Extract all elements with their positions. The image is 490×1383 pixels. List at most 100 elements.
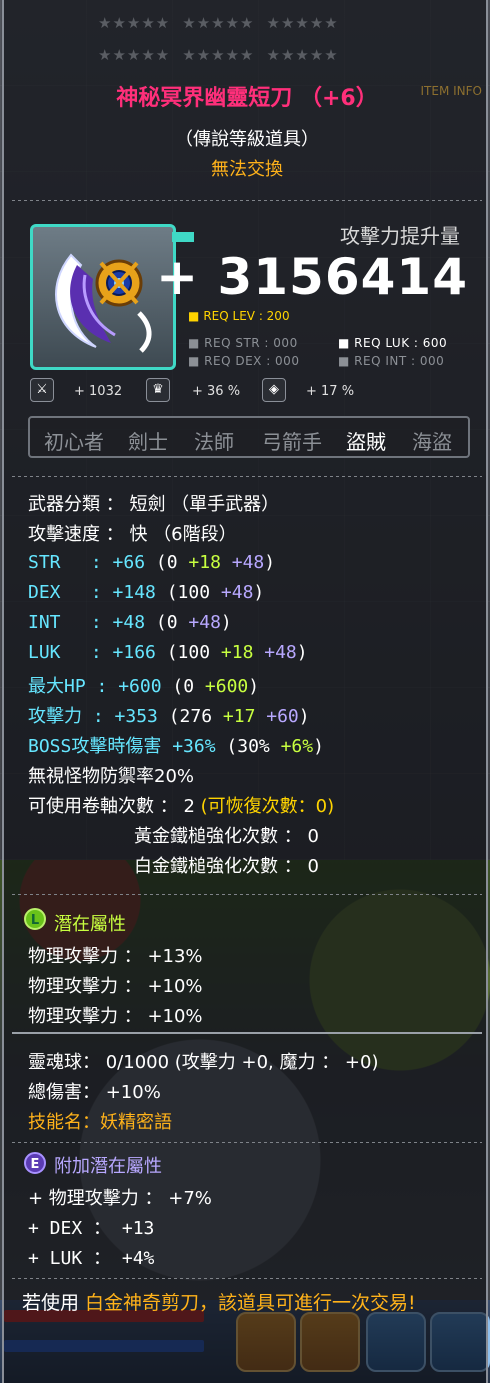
stat-close: ) [296,642,308,663]
job-thief: 盜賊 [346,430,386,454]
stat-total: +66 [112,552,146,573]
armor-ignore-value: + 36 % [192,384,241,399]
stat-colon: : [80,552,113,573]
additional-potential-line-2: + DEX ： +13 [28,1218,155,1239]
item-info-tag: ITEM INFO [420,84,482,98]
item-icon-flag [172,232,194,242]
golden-hammer-count: 黃金鐵槌強化次數 ： 0 [134,826,319,847]
stat-total: +166 [112,642,156,663]
job-requirement-bar: 初心者 劍士 法師 弓箭手 盜賊 海盜 [28,416,470,458]
req-dex-text: REQ DEX : 000 [204,354,300,368]
req-str-text: REQ STR : 000 [204,336,298,350]
scissors-notice-prefix: 若使用 [22,1292,86,1314]
stat-colon: : [85,676,119,697]
stat-total: +48 [112,612,146,633]
stat-colon: : [80,612,113,633]
attack-increase-label: 攻擊力提升量 [340,224,460,248]
star-group: ★★★★★ [266,46,339,64]
stat-label: 攻擊速度 ： [28,524,124,545]
stat-total: +353 [114,706,158,727]
stat-total: +600 [118,676,162,697]
stat-close: ) [248,676,260,697]
stat-close: ) [220,612,232,633]
stat-base: (30% [226,736,281,757]
stat-star: +48 [253,642,297,663]
stat-dex: DEX : +148 (100 +48) [28,582,264,603]
stat-close: ) [298,706,310,727]
attack-increase-value: + 3156414 [156,248,468,306]
soul-weapon-line: 靈魂球： 0/1000 (攻擊力 +0, 魔力 ： +0) [28,1052,379,1073]
stat-name: INT [28,612,61,633]
stat-star: +60 [255,706,299,727]
divider [12,1032,482,1034]
stat-name: DEX [28,582,61,603]
scissors-notice-highlight: 白金神奇剪刀，該道具可進行一次交易! [85,1292,416,1314]
stat-star: +600 [204,676,249,697]
scroll-restore-count: (可恢復次數：0) [200,796,335,817]
weapon-category: 武器分類 ： 短劍 （單手武器） [28,490,279,516]
req-level: ■ REQ LEV : 200 [188,309,290,323]
stat-str: STR : +66 (0 +18 +48) [28,552,275,573]
epic-additional-potential-icon: E [24,1152,46,1174]
stat-base: (0 [172,676,205,697]
stat-base: (276 [168,706,223,727]
stat-base: (100 [166,642,221,663]
stat-label: 武器分類 ： [28,494,124,515]
stat-value: 快 （6階段） [123,524,237,545]
stat-name: LUK [28,642,61,663]
stat-ignore-defense: 無視怪物防禦率20% [28,766,195,787]
stat-bonus: +17 [222,706,256,727]
item-name: 神秘冥界幽靈短刀 （+6） [116,86,378,111]
stat-max-hp: 最大HP : +600 (0 +600) [28,672,259,698]
armor-ignore-icon: ♛ [146,378,170,402]
stat-total: +148 [112,582,156,603]
stat-colon: : [82,706,115,727]
star-force-row-1: ★★★★★ ★★★★★ ★★★★★ [98,14,351,32]
potential-title: 潛在屬性 [54,914,126,935]
stat-close: ) [264,552,276,573]
divider [12,200,482,201]
req-level-text: REQ LEV : 200 [203,309,290,323]
dagger-icon [55,253,152,353]
soul-total-damage: 總傷害： +10% [28,1082,161,1103]
platinum-hammer-count: 白金鐵槌強化次數 ： 0 [134,856,319,877]
req-luk-text: REQ LUK : 600 [354,336,448,350]
star-group: ★★★★★ [182,46,255,64]
additional-potential-line-1: + 物理攻擊力 ： +7% [28,1188,212,1209]
stat-base: (0 [155,552,189,573]
job-warrior: 劍士 [128,430,168,454]
stat-star: +48 [188,612,221,633]
untradeable-label: 無法交換 [211,159,283,180]
stat-bonus: +6% [280,736,314,757]
stat-base: (100 [166,582,221,603]
stat-star: +48 [220,582,254,603]
stat-bonus: +18 [188,552,221,573]
boss-damage-icon: ⚔ [30,378,54,402]
req-int-text: REQ INT : 000 [354,354,445,368]
stat-luk: LUK : +166 (100 +18 +48) [28,642,308,663]
stat-int: INT : +48 (0 +48) [28,612,232,633]
additional-potential-line-3: + LUK ： +4% [28,1248,155,1269]
stat-boss-damage: BOSS攻擊時傷害 +36% (30% +6%) [28,732,324,758]
req-int: ■ REQ INT : 000 [338,354,445,368]
item-icon-frame [30,224,176,370]
req-luk: ■ REQ LUK : 600 [338,336,448,350]
scissors-notice: 若使用 白金神奇剪刀，該道具可進行一次交易! [22,1288,472,1318]
stat-close: ) [253,582,265,603]
stat-total: +36% [161,736,216,757]
stat-name: STR [28,552,61,573]
damage-value: + 17 % [306,384,355,399]
divider [12,476,482,477]
job-pirate: 海盜 [412,430,452,454]
item-grade: （傳說等級道具） [175,129,319,150]
stat-attack: 攻擊力 : +353 (276 +17 +60) [28,702,310,728]
req-str: ■ REQ STR : 000 [188,336,298,350]
job-archer: 弓箭手 [262,430,322,454]
stat-value: 短劍 （單手武器） [123,494,280,515]
stat-name: BOSS攻擊時傷害 [28,736,162,757]
attack-speed: 攻擊速度 ： 快 （6階段） [28,520,237,546]
boss-damage-value: + 1032 [74,384,123,399]
stat-base: (0 [155,612,189,633]
potential-line-2: 物理攻擊力 ： +10% [28,976,203,997]
star-group: ★★★★★ [182,14,255,32]
